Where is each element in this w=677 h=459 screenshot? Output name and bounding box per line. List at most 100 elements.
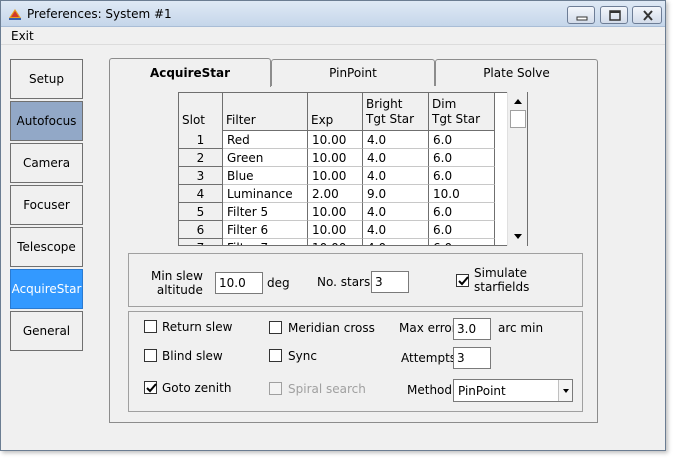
blind-slew-label: Blind slew [162,349,223,363]
table-cell[interactable]: 10.0 [429,185,495,203]
sidebar-item-telescope[interactable]: Telescope [10,227,83,267]
sidebar-item-general[interactable]: General [10,311,83,351]
minimize-icon [576,16,588,21]
column-header-bright: Bright Tgt Star [363,93,429,131]
sidebar-item-camera[interactable]: Camera [10,143,83,183]
table-cell[interactable]: Filter 6 [223,221,308,239]
check-icon [458,276,469,286]
table-cell[interactable]: 4.0 [363,239,429,245]
menu-exit[interactable]: Exit [11,29,34,43]
table-cell[interactable]: 6.0 [429,221,495,239]
blind-slew-checkbox[interactable] [144,349,157,362]
return-slew-checkbox[interactable] [144,320,157,333]
dropdown-arrow[interactable] [558,380,572,401]
no-stars-input[interactable]: 3 [371,271,409,293]
tab-plate-solve[interactable]: Plate Solve [435,59,598,86]
column-header-dim: Dim Tgt Star [429,93,495,131]
table-cell[interactable]: Filter 7 [223,239,308,245]
table-cell[interactable]: 10.00 [308,167,363,185]
scroll-down-icon[interactable] [510,228,526,244]
method-label: Method [407,383,453,397]
table-cell[interactable]: 9.0 [363,185,429,203]
table-cell[interactable]: 4.0 [363,149,429,167]
title-bar[interactable]: Preferences: System #1 [1,1,665,27]
column-header-exp: Exp [308,93,363,131]
table-cell[interactable]: 4.0 [363,221,429,239]
table-cell[interactable]: Filter 5 [223,203,308,221]
preferences-window: Preferences: System #1 Exit Setup Autofo… [0,0,666,451]
table-row[interactable]: 7Filter 710.004.06.0 [179,239,495,245]
table-cell[interactable]: 10.00 [308,221,363,239]
table-cell[interactable]: 6.0 [429,167,495,185]
header-label: Exp [311,113,334,127]
table-cell[interactable]: 10.00 [308,131,363,149]
return-slew-label: Return slew [162,320,233,334]
table-row[interactable]: 2 Green 10.00 4.0 6.0 [179,149,495,167]
sidebar-item-acquirestar[interactable]: AcquireStar [10,269,83,309]
attempts-label: Attempts [401,351,457,365]
goto-zenith-checkbox[interactable] [144,381,157,394]
attempts-input[interactable]: 3 [453,347,491,369]
slot-cell: 2 [179,149,223,167]
close-button[interactable] [632,6,662,24]
slot-cell: 6 [179,221,223,239]
minimize-button[interactable] [567,6,595,24]
scroll-up-icon[interactable] [510,94,526,110]
filter-table[interactable]: Slot Filter Exp Bright Tgt Star Dim Tgt … [178,92,528,246]
sync-label: Sync [288,349,317,363]
table-cell[interactable]: Green [223,149,308,167]
table-row[interactable]: 4 Luminance 2.00 9.0 10.0 [179,185,495,203]
table-cell[interactable]: 6.0 [429,149,495,167]
table-cell[interactable]: 10.00 [308,149,363,167]
max-error-input[interactable]: 3.0 [453,318,491,340]
slot-cell: 7 [179,239,223,245]
check-icon [146,383,157,393]
app-icon [9,9,21,20]
slot-cell: 3 [179,167,223,185]
table-cell[interactable]: 4.0 [363,167,429,185]
slot-cell: 4 [179,185,223,203]
chevron-down-icon [563,389,569,393]
table-cell[interactable]: Red [223,131,308,149]
sidebar-item-focuser[interactable]: Focuser [10,185,83,225]
table-cell[interactable]: 10.00 [308,203,363,221]
min-slew-label: Min slew altitude [151,269,203,297]
meridian-cross-label: Meridian cross [288,321,375,335]
min-slew-input[interactable]: 10.0 [215,272,263,294]
sync-checkbox[interactable] [269,349,282,362]
table-row[interactable]: 6 Filter 6 10.00 4.0 6.0 [179,221,495,239]
sidebar-item-autofocus[interactable]: Autofocus [10,101,83,141]
spiral-search-checkbox[interactable] [269,382,282,395]
table-cell[interactable]: 6.0 [429,131,495,149]
table-row[interactable]: 5 Filter 5 10.00 4.0 6.0 [179,203,495,221]
table-cell[interactable]: 2.00 [308,185,363,203]
simulate-starfields-label: Simulate starfields [474,266,530,294]
maximize-button[interactable] [600,6,628,24]
max-error-unit: arc min [498,321,544,335]
table-cell[interactable]: 4.0 [363,131,429,149]
max-error-label: Max error [399,321,457,335]
slot-cell: 5 [179,203,223,221]
method-value: PinPoint [458,384,506,398]
simulate-starfields-checkbox[interactable] [456,274,469,287]
table-cell[interactable]: 10.00 [308,239,363,245]
tab-acquirestar[interactable]: AcquireStar [109,58,271,87]
column-header-slot: Slot [179,93,223,131]
menu-bar: Exit [1,27,665,45]
table-row[interactable]: 3 Blue 10.00 4.0 6.0 [179,167,495,185]
meridian-cross-checkbox[interactable] [269,321,282,334]
sidebar-item-setup[interactable]: Setup [10,59,83,99]
table-cell[interactable]: 6.0 [429,239,495,245]
table-cell[interactable]: Luminance [223,185,308,203]
scroll-thumb[interactable] [510,110,526,128]
method-select[interactable]: PinPoint [453,379,573,402]
min-slew-unit: deg [267,276,290,290]
table-row[interactable]: 1 Red 10.00 4.0 6.0 [179,131,495,149]
table-cell[interactable]: 4.0 [363,203,429,221]
header-label: Slot [182,113,205,127]
table-cell[interactable]: 6.0 [429,203,495,221]
table-scrollbar[interactable] [507,92,527,246]
slot-cell: 1 [179,131,223,149]
tab-pinpoint[interactable]: PinPoint [271,59,435,86]
table-cell[interactable]: Blue [223,167,308,185]
